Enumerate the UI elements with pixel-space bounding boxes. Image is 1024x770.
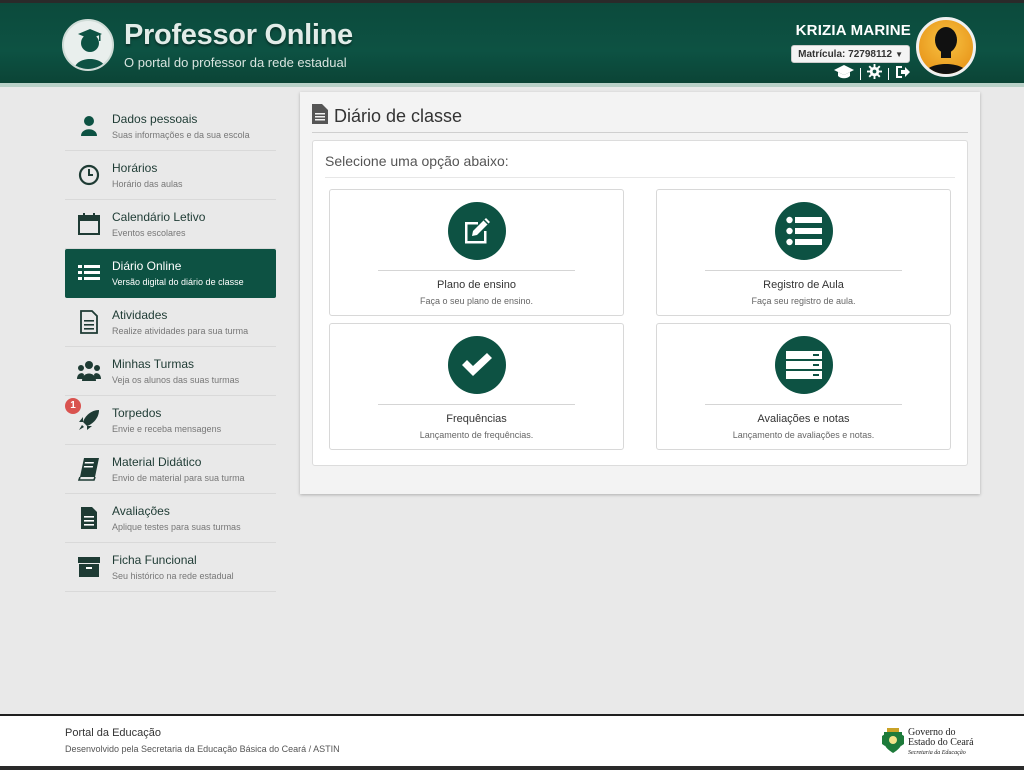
matricula-label: Matrícula: 72798112 (798, 49, 893, 60)
card-title: Frequências (446, 413, 507, 425)
sign-out-icon[interactable] (895, 65, 911, 84)
sidebar-item-label: Calendário Letivo (112, 210, 206, 224)
card-desc: Faça seu registro de aula. (751, 296, 856, 306)
coat-of-arms-icon (882, 728, 904, 753)
sidebar-item-material-didatico[interactable]: Material Didático Envio de material para… (65, 445, 276, 494)
avatar[interactable] (916, 17, 976, 77)
gov-line2: Estado do Ceará (908, 737, 974, 748)
list-icon (774, 202, 833, 260)
footer-title: Portal da Educação (65, 727, 162, 739)
app-subtitle: O portal do professor da rede estadual (124, 55, 347, 70)
user-name: KRIZIA MARINE (795, 22, 911, 39)
divider (325, 177, 955, 178)
card-title: Avaliações e notas (757, 413, 850, 425)
sidebar-item-desc: Aplique testes para suas turmas (112, 522, 241, 532)
footer-subtitle: Desenvolvido pela Secretaria da Educação… (65, 744, 340, 754)
sidebar-item-label: Avaliações (112, 504, 170, 518)
sidebar-item-horarios[interactable]: Horários Horário das aulas (65, 151, 276, 200)
file-icon (312, 103, 328, 129)
sidebar-item-desc: Envio de material para sua turma (112, 473, 245, 483)
card-desc: Lançamento de frequências. (419, 430, 534, 440)
archive-icon (77, 555, 101, 579)
calendar-icon (77, 212, 101, 236)
card-plano-de-ensino[interactable]: Plano de ensino Faça o seu plano de ensi… (329, 189, 624, 316)
document-icon (77, 310, 101, 334)
sidebar-item-calendario[interactable]: Calendário Letivo Eventos escolares (65, 200, 276, 249)
separator (888, 68, 889, 80)
sidebar-item-desc: Horário das aulas (112, 179, 183, 189)
divider (378, 404, 575, 405)
gov-line3: Secretaria da Educação (908, 750, 966, 756)
options-prompt: Selecione uma opção abaixo: (325, 153, 509, 169)
sidebar-item-desc: Veja os alunos das suas turmas (112, 375, 240, 385)
card-registro-de-aula[interactable]: Registro de Aula Faça seu registro de au… (656, 189, 951, 316)
card-frequencias[interactable]: Frequências Lançamento de frequências. (329, 323, 624, 450)
sidebar-item-desc: Realize atividades para sua turma (112, 326, 249, 336)
divider (312, 132, 968, 133)
card-avaliacoes-e-notas[interactable]: Avaliações e notas Lançamento de avaliaç… (656, 323, 951, 450)
check-icon (447, 336, 506, 394)
sidebar-item-desc: Eventos escolares (112, 228, 186, 238)
graduation-cap-icon[interactable] (834, 64, 854, 84)
sidebar-item-torpedos[interactable]: 1 Torpedos Envie e receba mensagens (65, 396, 276, 445)
bottom-border (0, 766, 1024, 770)
sidebar-item-ficha-funcional[interactable]: Ficha Funcional Seu histórico na rede es… (65, 543, 276, 592)
divider (378, 270, 575, 271)
logo-icon (62, 19, 114, 71)
sidebar-item-desc: Suas informações e da sua escola (112, 130, 250, 140)
sidebar-item-label: Atividades (112, 308, 168, 322)
sidebar-item-label: Diário Online (112, 259, 182, 273)
gear-icon[interactable] (867, 64, 882, 84)
header: Professor Online O portal do professor d… (0, 3, 1024, 87)
users-icon (77, 359, 101, 383)
clock-icon (77, 163, 101, 187)
caret-down-icon: ▼ (895, 50, 903, 59)
sidebar-item-label: Minhas Turmas (112, 357, 195, 371)
sidebar-item-diario-online[interactable]: Diário Online Versão digital do diário d… (65, 249, 276, 298)
sidebar-item-label: Dados pessoais (112, 112, 198, 126)
sidebar-item-label: Horários (112, 161, 158, 175)
sidebar-item-avaliacoes[interactable]: Avaliações Aplique testes para suas turm… (65, 494, 276, 543)
file-text-icon (77, 506, 101, 530)
gov-text: Governo do Estado do Ceará (908, 728, 974, 748)
list-icon (77, 261, 101, 285)
sidebar-item-label: Ficha Funcional (112, 553, 197, 567)
card-title: Plano de ensino (437, 279, 516, 291)
sidebar: Dados pessoais Suas informações e da sua… (65, 102, 276, 592)
sidebar-item-desc: Envie e receba mensagens (112, 424, 222, 434)
notification-badge: 1 (65, 398, 81, 414)
book-icon (77, 457, 101, 481)
user-icon (77, 114, 101, 138)
page-title: Diário de classe (312, 100, 462, 132)
footer: Portal da Educação Desenvolvido pela Sec… (0, 714, 1024, 770)
card-desc: Faça o seu plano de ensino. (419, 296, 534, 306)
matricula-dropdown[interactable]: Matrícula: 72798112 ▼ (791, 45, 910, 63)
government-logo: Governo do Estado do Ceará Secretaria da… (882, 726, 992, 758)
sidebar-item-label: Torpedos (112, 406, 162, 420)
server-icon (774, 336, 833, 394)
app-title: Professor Online (124, 19, 353, 51)
card-title: Registro de Aula (763, 279, 844, 291)
sidebar-item-dados-pessoais[interactable]: Dados pessoais Suas informações e da sua… (65, 102, 276, 151)
sidebar-item-desc: Versão digital do diário de classe (112, 277, 244, 287)
sidebar-item-atividades[interactable]: Atividades Realize atividades para sua t… (65, 298, 276, 347)
rocket-icon (77, 408, 101, 432)
sidebar-item-desc: Seu histórico na rede estadual (112, 571, 234, 581)
separator (860, 68, 861, 80)
options-panel: Selecione uma opção abaixo: Plano de ens… (312, 140, 968, 466)
sidebar-item-label: Material Didático (112, 455, 202, 469)
user-actions (834, 64, 911, 84)
main-panel: Diário de classe Selecione uma opção aba… (300, 92, 980, 494)
divider (705, 270, 902, 271)
divider (705, 404, 902, 405)
page-title-text: Diário de classe (334, 105, 463, 126)
edit-icon (447, 202, 506, 260)
sidebar-item-minhas-turmas[interactable]: Minhas Turmas Veja os alunos das suas tu… (65, 347, 276, 396)
card-desc: Lançamento de avaliações e notas. (732, 430, 875, 440)
